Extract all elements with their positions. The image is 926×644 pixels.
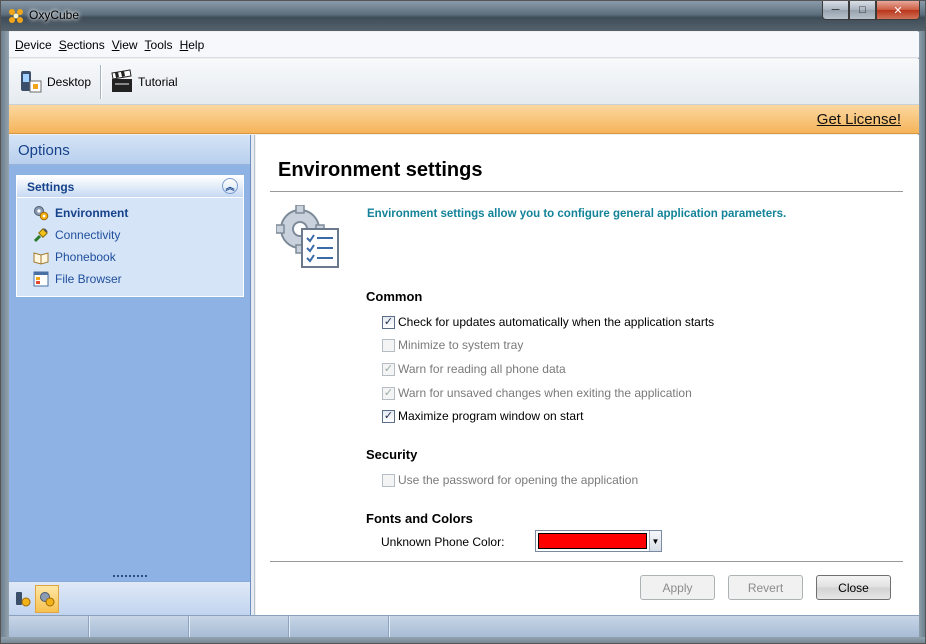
option-label: Warn for unsaved changes when exiting th…: [398, 386, 692, 400]
connectivity-icon: [33, 228, 48, 243]
maximize-button[interactable]: □: [849, 1, 876, 20]
option-minimize-tray[interactable]: Minimize to system tray: [382, 338, 523, 352]
tutorial-label: Tutorial: [138, 74, 178, 89]
desktop-phone-icon: [21, 70, 42, 92]
window-controls: ─ □ ✕: [822, 1, 920, 20]
options-header: Options: [9, 135, 250, 165]
gears-icon: [34, 206, 49, 221]
vertical-splitter[interactable]: [251, 135, 255, 615]
checkbox-use-password[interactable]: [382, 473, 395, 487]
page-title: Environment settings: [278, 159, 483, 181]
checkbox-maximize-start[interactable]: ✓: [382, 409, 395, 423]
sidebar-bottom-tray: [9, 581, 250, 615]
checkbox-warn-unsaved[interactable]: ✓: [382, 386, 395, 400]
status-cell: [9, 616, 89, 637]
window-frame-bottom: [1, 637, 925, 643]
menu-sections[interactable]: Sections: [59, 38, 105, 52]
file-browser-icon: [33, 271, 49, 287]
menu-device[interactable]: Device: [15, 38, 52, 52]
status-cell: [89, 616, 189, 637]
unknown-phone-color-picker[interactable]: ▼: [535, 530, 662, 552]
dropdown-arrow-icon[interactable]: ▼: [649, 531, 661, 551]
oxycube-app-icon: [9, 9, 23, 23]
status-cell: [189, 616, 289, 637]
sidebar-item-label: Phonebook: [55, 250, 116, 264]
common-section-title: Common: [366, 289, 423, 304]
window-title: OxyCube: [29, 8, 80, 22]
panel-resize-grip[interactable]: [113, 575, 147, 578]
buttons-divider: [270, 561, 903, 562]
desktop-button[interactable]: Desktop: [15, 65, 95, 99]
option-label: Check for updates automatically when the…: [398, 315, 715, 329]
color-swatch: [538, 533, 647, 549]
minimize-button[interactable]: ─: [822, 1, 849, 20]
option-check-updates[interactable]: ✓ Check for updates automatically when t…: [382, 315, 714, 329]
revert-button[interactable]: Revert: [728, 575, 803, 600]
menu-view[interactable]: View: [112, 38, 138, 52]
option-warn-reading[interactable]: ✓ Warn for reading all phone data: [382, 362, 566, 376]
window-frame-right: [918, 31, 925, 643]
tray-options-button[interactable]: [35, 585, 59, 613]
phonebook-icon: [33, 252, 49, 265]
options-sidebar: Options Settings ︽ Environment Connectiv…: [9, 135, 251, 615]
sidebar-item-label: File Browser: [55, 272, 122, 286]
sidebar-item-label: Environment: [55, 206, 129, 220]
status-cell: [289, 616, 389, 637]
option-label: Minimize to system tray: [398, 338, 524, 352]
get-license-link[interactable]: Get License!: [817, 111, 901, 128]
sidebar-item-file-browser[interactable]: File Browser: [17, 268, 243, 290]
menu-tools[interactable]: Tools: [145, 38, 173, 52]
license-bar: Get License!: [9, 105, 919, 134]
sidebar-item-phonebook[interactable]: Phonebook: [17, 246, 243, 268]
collapse-chevron-icon[interactable]: ︽: [222, 178, 238, 194]
tutorial-button[interactable]: Tutorial: [106, 65, 182, 99]
option-warn-unsaved[interactable]: ✓ Warn for unsaved changes when exiting …: [382, 386, 692, 400]
settings-group: Settings ︽ Environment Connectivity Phon…: [16, 175, 244, 297]
option-label: Maximize program window on start: [398, 409, 584, 423]
fonts-colors-section-title: Fonts and Colors: [366, 511, 473, 526]
unknown-phone-color-label: Unknown Phone Color:: [381, 535, 505, 549]
checkbox-check-updates[interactable]: ✓: [382, 315, 395, 329]
toolbar: Desktop Tutorial: [9, 59, 919, 105]
sidebar-item-label: Connectivity: [55, 228, 121, 242]
clapperboard-icon: [111, 68, 133, 92]
window-frame-left: [1, 31, 9, 643]
checkbox-warn-reading[interactable]: ✓: [382, 362, 395, 376]
sidebar-item-connectivity[interactable]: Connectivity: [17, 224, 243, 246]
toolbar-separator: [100, 64, 102, 99]
option-maximize-start[interactable]: ✓ Maximize program window on start: [382, 409, 583, 423]
apply-button[interactable]: Apply: [640, 575, 715, 600]
tray-device-button[interactable]: [11, 585, 35, 613]
option-label: Use the password for opening the applica…: [398, 473, 639, 487]
status-bar: [9, 615, 919, 637]
settings-group-title: Settings: [27, 180, 75, 194]
option-use-password[interactable]: Use the password for opening the applica…: [382, 473, 638, 487]
option-label: Warn for reading all phone data: [398, 362, 566, 376]
app-window: OxyCube ─ □ ✕ Device Sections View Tools…: [0, 0, 926, 644]
close-window-button[interactable]: ✕: [876, 1, 920, 20]
settings-gear-checklist-icon: [276, 205, 339, 268]
settings-group-header[interactable]: Settings ︽: [17, 176, 243, 198]
checkbox-minimize-tray[interactable]: [382, 338, 395, 352]
section-description: Environment settings allow you to config…: [367, 208, 787, 220]
title-bar[interactable]: OxyCube ─ □ ✕: [1, 1, 925, 31]
close-button[interactable]: Close: [816, 575, 891, 600]
settings-content: Environment settings Environment setting…: [256, 135, 919, 615]
desktop-label: Desktop: [47, 74, 92, 89]
options-gears-icon: [40, 592, 55, 607]
menu-help[interactable]: Help: [180, 38, 205, 52]
security-section-title: Security: [366, 447, 418, 462]
sidebar-item-environment[interactable]: Environment: [17, 202, 243, 224]
settings-items: Environment Connectivity Phonebook File …: [17, 198, 243, 290]
device-settings-icon: [16, 592, 31, 607]
title-divider: [270, 191, 903, 192]
menu-bar: Device Sections View Tools Help: [9, 32, 919, 58]
